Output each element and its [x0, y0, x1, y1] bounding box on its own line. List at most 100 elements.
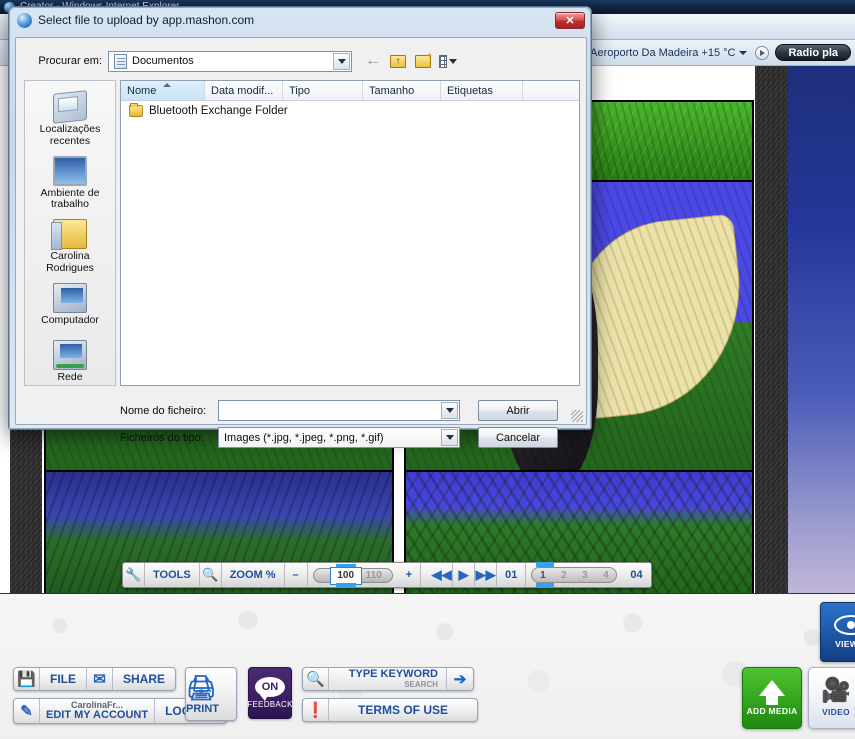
place-user-folder[interactable]: Carolina Rodrigues — [26, 216, 114, 278]
tools-icon[interactable]: 🔧 — [123, 563, 145, 587]
add-media-button[interactable]: ADD MEDIA — [742, 667, 802, 729]
zoom-label: ZOOM % — [222, 563, 285, 587]
page-slider-handle-bottom[interactable] — [536, 583, 555, 588]
upload-arrow-icon — [759, 680, 785, 705]
zoom-slider[interactable]: 110 100 — [312, 563, 393, 587]
look-in-row: Procurar em: Documentos ← — [24, 50, 580, 72]
play-button[interactable]: ▶ — [453, 563, 476, 587]
keyword-search-group: 🔍 TYPE KEYWORD SEARCH ➔ — [302, 667, 474, 691]
right-texture-strip — [755, 66, 788, 593]
place-computer[interactable]: Computador — [26, 280, 114, 330]
up-one-level-icon[interactable] — [389, 52, 407, 70]
column-header-date-modified[interactable]: Data modif... — [205, 81, 283, 100]
column-header-name[interactable]: Nome — [121, 81, 205, 100]
page-slider[interactable]: 1 2 3 4 — [531, 562, 618, 588]
file-button[interactable]: FILE — [40, 668, 87, 690]
exclamation-icon[interactable]: ❗ — [303, 699, 329, 721]
tools-button[interactable]: TOOLS — [145, 563, 200, 587]
filetype-value: Images (*.jpg, *.jpeg, *.png, *.gif) — [224, 431, 384, 444]
page-slider-handle-top[interactable] — [536, 562, 555, 567]
views-icon[interactable] — [439, 52, 457, 70]
next-button[interactable]: ▶▶ — [475, 563, 498, 587]
chevron-down-icon[interactable] — [441, 402, 458, 419]
folder-icon — [129, 102, 143, 117]
column-header-size[interactable]: Tamanho — [363, 81, 441, 100]
search-input[interactable]: TYPE KEYWORD SEARCH — [329, 668, 447, 690]
dialog-title-bar[interactable]: Select file to upload by app.mashon.com — [9, 7, 593, 33]
place-label: Rede — [57, 371, 83, 384]
column-header-extra[interactable] — [523, 81, 579, 100]
resize-grip[interactable] — [571, 410, 583, 422]
place-network[interactable]: Rede — [26, 337, 114, 387]
current-page-indicator: 01 — [497, 563, 527, 587]
floppy-disk-icon[interactable]: 💾 — [14, 668, 40, 690]
file-list-header: Nome Data modif... Tipo Tamanho Etiqueta… — [121, 81, 579, 101]
radio-play-button[interactable] — [755, 45, 770, 60]
places-bar: Localizações recentes Ambiente de trabal… — [24, 80, 116, 386]
dialog-fields: Nome do ficheiro: Abrir Ficheiros do tip… — [120, 400, 590, 454]
feedback-label: FEEDBACK — [247, 700, 293, 709]
view-all-label: VIEW A — [835, 639, 855, 649]
filename-row: Nome do ficheiro: Abrir — [120, 400, 590, 421]
place-label: Carolina Rodrigues — [46, 250, 94, 274]
filetype-select[interactable]: Images (*.jpg, *.jpeg, *.png, *.gif) — [218, 427, 460, 448]
zoom-out-button[interactable]: – — [285, 563, 308, 587]
zoom-magnifier-icon[interactable]: 🔍 — [200, 563, 222, 587]
back-arrow-icon[interactable]: ← — [364, 52, 382, 70]
user-folder-icon — [51, 219, 87, 250]
open-button[interactable]: Abrir — [478, 400, 558, 421]
look-in-value: Documentos — [132, 55, 194, 67]
edit-my-account-button[interactable]: CarolinaFr... EDIT MY ACCOUNT — [40, 699, 156, 723]
sort-ascending-icon — [163, 83, 171, 87]
total-pages-indicator: 04 — [630, 569, 643, 581]
file-share-group: 💾 FILE ✉ SHARE — [13, 667, 177, 691]
weather-widget[interactable]: Aeroporto Da Madeira +15 °C — [590, 47, 748, 59]
place-recent-locations[interactable]: Localizações recentes — [26, 89, 114, 151]
search-submit-button[interactable]: ➔ — [447, 668, 473, 690]
zoom-slider-handle-bottom[interactable] — [335, 582, 356, 587]
share-button[interactable]: SHARE — [113, 668, 175, 690]
file-list[interactable]: Nome Data modif... Tipo Tamanho Etiqueta… — [120, 80, 580, 386]
column-header-type[interactable]: Tipo — [283, 81, 363, 100]
zoom-in-button[interactable]: + — [398, 563, 422, 587]
chevron-down-icon[interactable] — [333, 52, 350, 70]
file-upload-dialog: Select file to upload by app.mashon.com … — [8, 6, 593, 448]
magnifier-icon[interactable]: 🔍 — [303, 668, 329, 690]
computer-icon — [53, 282, 87, 313]
right-gradient-panel — [788, 66, 855, 593]
filetype-row: Ficheiros do tipo: Images (*.jpg, *.jpeg… — [120, 427, 590, 448]
chevron-down-icon[interactable] — [739, 50, 748, 55]
print-button[interactable]: 🖨 PRINT — [185, 667, 237, 721]
media-toolbar: 🔧 TOOLS 🔍 ZOOM % – 110 100 + ◀◀ ▶ ▶▶ 01 … — [122, 562, 652, 588]
filename-input[interactable] — [218, 400, 460, 421]
dialog-nav-icons: ← — [364, 51, 457, 70]
pencil-icon[interactable]: ✎ — [14, 699, 40, 723]
dialog-title: Select file to upload by app.mashon.com — [38, 13, 255, 27]
page-tick[interactable]: 4 — [603, 570, 609, 581]
search-placeholder-sub: SEARCH — [404, 679, 438, 689]
toolbar-separator — [421, 563, 431, 587]
video-button[interactable]: 🎥 VIDEO — [808, 667, 855, 729]
on-logo-icon: ON — [255, 677, 285, 701]
envelope-icon[interactable]: ✉ — [87, 668, 113, 690]
column-header-tags[interactable]: Etiquetas — [441, 81, 523, 100]
video-camera-icon: 🎥 — [821, 677, 851, 704]
file-list-item[interactable]: Bluetooth Exchange Folder — [121, 101, 579, 120]
close-icon[interactable]: ✕ — [555, 12, 585, 29]
place-desktop[interactable]: Ambiente de trabalho — [26, 153, 114, 215]
feedback-button[interactable]: ON FEEDBACK — [247, 667, 293, 719]
previous-button[interactable]: ◀◀ — [431, 563, 454, 587]
look-in-combo[interactable]: Documentos — [108, 50, 352, 72]
chevron-down-icon[interactable] — [441, 429, 458, 446]
new-folder-icon[interactable] — [414, 51, 433, 70]
radio-player-label[interactable]: Radio pla — [775, 44, 851, 61]
terms-of-use-button[interactable]: TERMS OF USE — [329, 699, 477, 721]
eye-icon — [834, 615, 855, 635]
video-label: VIDEO — [822, 707, 850, 717]
page-tick[interactable]: 1 — [540, 570, 546, 581]
page-tick[interactable]: 2 — [561, 570, 567, 581]
page-tick[interactable]: 3 — [582, 570, 588, 581]
search-placeholder-title: TYPE KEYWORD — [348, 668, 438, 681]
view-all-button[interactable]: VIEW A — [820, 602, 855, 662]
cancel-button[interactable]: Cancelar — [478, 427, 558, 448]
